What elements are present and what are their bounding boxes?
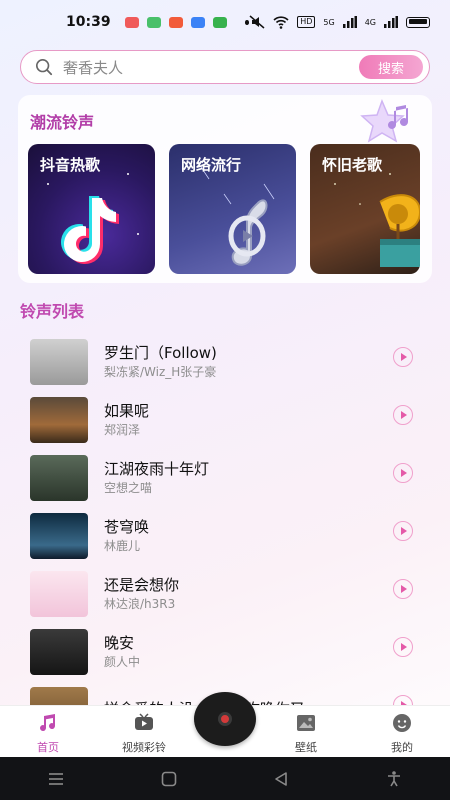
list-item[interactable]: 罗生门（Follow) 梨冻紧/Wiz_H张子豪 [30,333,415,391]
list-item[interactable]: 如果呢 郑润泽 [30,391,415,449]
video-icon [135,713,153,730]
star-music-icon [360,98,408,143]
play-button[interactable] [393,521,413,541]
song-artist: 林鹿儿 [104,538,141,553]
wallpaper-icon [297,715,315,731]
home-icon[interactable] [160,770,178,788]
tab-label: 壁纸 [295,741,317,754]
category-label: 抖音热歌 [40,156,101,174]
home-music-icon [40,714,56,732]
accessibility-icon[interactable] [385,770,403,788]
battery-icon [406,16,430,28]
tab-home[interactable]: 首页 [3,706,93,755]
menu-icon[interactable] [47,770,65,788]
play-button[interactable] [393,579,413,599]
notification-icons [124,16,227,28]
category-label: 网络流行 [181,156,242,174]
tab-label: 我的 [391,741,413,754]
list-item[interactable]: 还是会想你 林达浪/h3R3 [30,565,415,623]
song-cover [30,571,88,617]
section-title: 铃声列表 [20,302,85,321]
list-item[interactable]: 苍穹唤 林鹿儿 [30,507,415,565]
search-input[interactable]: 奢香夫人 [63,57,359,78]
song-cover [30,629,88,675]
notification-app-icon [146,16,161,28]
category-nostalgic-oldies[interactable]: 怀旧老歌 [310,144,420,274]
notification-app-icon [124,16,139,28]
song-artist: 林达浪/h3R3 [104,596,176,611]
song-title: 江湖夜雨十年灯 [104,459,210,478]
song-title: 晚安 [104,633,135,652]
tab-wallpaper[interactable]: 壁纸 [261,706,351,755]
notification-app-icon [212,16,227,28]
song-artist: 颜人中 [104,654,141,669]
system-icons: HD 5G 4G [249,15,430,29]
back-icon[interactable] [272,770,290,788]
signal-icon [342,16,357,28]
list-item[interactable]: 江湖夜雨十年灯 空想之喵 [30,449,415,507]
profile-icon [393,714,411,732]
play-button[interactable] [393,463,413,483]
trending-ringtones-card: 潮流铃声 抖音热歌 网络流行 怀旧老歌 [18,95,432,283]
song-artist: 郑润泽 [104,422,141,437]
section-title: 潮流铃声 [30,113,95,132]
category-internet-popular[interactable]: 网络流行 [169,144,296,274]
notification-app-icon [190,16,205,28]
song-title: 还是会想你 [104,575,180,594]
song-artist: 梨冻紧/Wiz_H张子豪 [104,364,217,379]
status-time: 10:39 [66,14,111,30]
signal-5g-label: 5G [323,17,335,27]
category-douyin-hits[interactable]: 抖音热歌 [28,144,155,274]
status-bar: 10:39 HD 5G 4G [0,0,450,44]
disc-icon [218,712,232,726]
song-cover [30,397,88,443]
play-button[interactable] [393,637,413,657]
play-button[interactable] [393,347,413,367]
ringtone-list: 罗生门（Follow) 梨冻紧/Wiz_H张子豪 如果呢 郑润泽 江湖夜雨十年灯… [30,333,415,739]
hd-badge: HD [297,16,316,28]
signal-4g-label: 4G [364,17,376,27]
search-button[interactable]: 搜索 [359,55,423,79]
list-item[interactable]: 晚安 颜人中 [30,623,415,681]
tab-mine[interactable]: 我的 [357,706,447,755]
now-playing-disc-button[interactable] [194,692,256,746]
tab-label: 首页 [37,741,59,754]
search-bar[interactable]: 奢香夫人 搜索 [20,50,430,84]
tab-label: 视频彩铃 [122,741,166,754]
song-title: 如果呢 [104,401,150,420]
wifi-icon [273,15,289,29]
play-button[interactable] [393,405,413,425]
song-title: 罗生门（Follow) [104,343,217,362]
song-cover [30,339,88,385]
mute-icon [249,15,265,29]
category-label: 怀旧老歌 [322,156,383,174]
search-icon [35,58,53,76]
song-artist: 空想之喵 [104,480,153,495]
signal-icon [384,16,398,28]
system-nav-bar [0,757,450,800]
notification-app-icon [168,16,183,28]
song-title: 苍穹唤 [104,517,150,536]
tab-video-ringtone[interactable]: 视频彩铃 [99,706,189,755]
song-cover [30,455,88,501]
song-cover [30,513,88,559]
